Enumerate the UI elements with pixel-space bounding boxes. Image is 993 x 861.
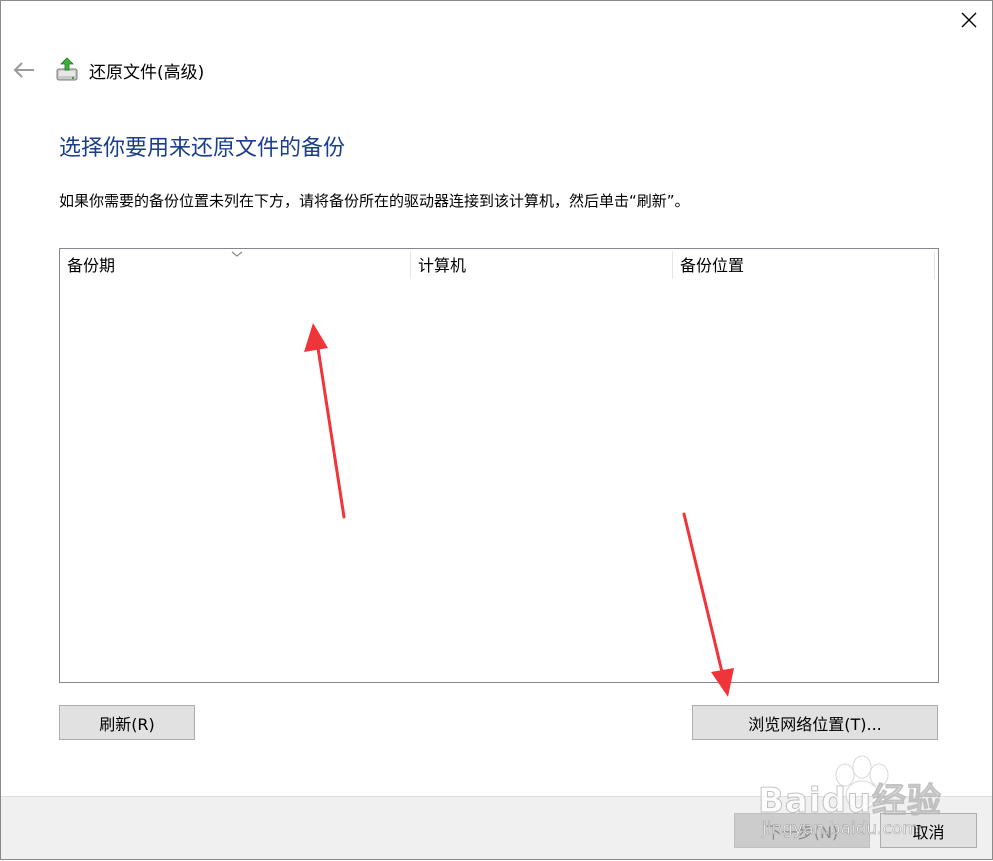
close-button[interactable] <box>952 5 986 35</box>
page-heading: 选择你要用来还原文件的备份 <box>59 136 346 161</box>
column-header-computer[interactable]: 计算机 <box>411 249 672 281</box>
list-body[interactable] <box>60 281 938 682</box>
back-arrow-icon <box>13 62 34 78</box>
dialog-footer: 下一步(N) 取消 <box>1 796 992 859</box>
next-button[interactable]: 下一步(N) <box>734 813 870 848</box>
instruction-text: 如果你需要的备份位置未列在下方，请将备份所在的驱动器连接到该计算机，然后单击“刷… <box>59 192 690 210</box>
backup-list[interactable]: 备份期 计算机 备份位置 <box>59 248 939 683</box>
column-header-backup-location[interactable]: 备份位置 <box>673 249 935 281</box>
sort-descending-icon <box>231 251 243 257</box>
window-title: 还原文件(高级) <box>89 63 205 83</box>
close-icon <box>961 12 977 28</box>
restore-files-icon <box>56 57 78 81</box>
list-header: 备份期 计算机 备份位置 <box>60 249 938 281</box>
back-button[interactable] <box>11 57 37 83</box>
column-separator[interactable] <box>934 251 935 279</box>
cancel-button[interactable]: 取消 <box>880 813 977 848</box>
browse-network-location-button[interactable]: 浏览网络位置(T)... <box>692 705 938 740</box>
restore-files-window: 还原文件(高级) 选择你要用来还原文件的备份 如果你需要的备份位置未列在下方，请… <box>0 0 993 860</box>
refresh-button[interactable]: 刷新(R) <box>59 705 195 740</box>
